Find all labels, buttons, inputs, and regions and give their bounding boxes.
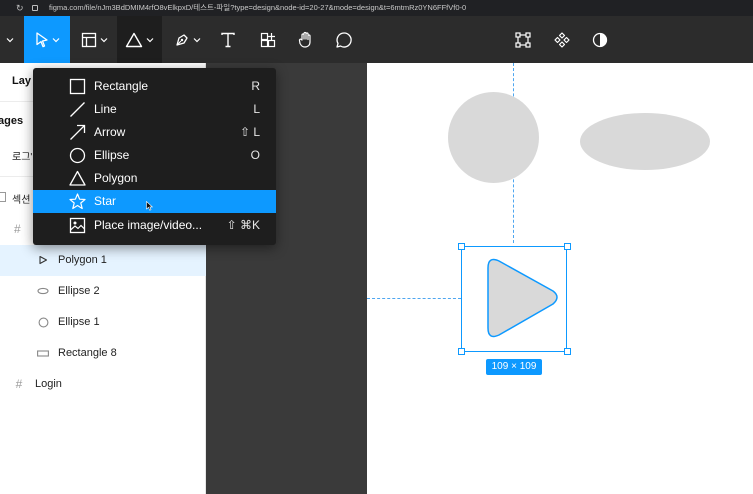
- menu-item-label: Ellipse: [94, 148, 130, 162]
- page-item[interactable]: 로그': [12, 148, 32, 163]
- menu-item-arrow[interactable]: Arrow ⇧ L: [33, 121, 276, 144]
- frame-tool-button[interactable]: [74, 16, 114, 63]
- comment-icon: [336, 31, 352, 48]
- ellipse-2-shape[interactable]: [580, 113, 710, 170]
- menu-item-polygon[interactable]: Polygon: [33, 167, 276, 190]
- layer-label: Login: [35, 378, 62, 390]
- polygon-play-icon: [36, 253, 50, 267]
- ellipse-outline-icon: [36, 284, 50, 298]
- arrow-icon: [69, 124, 86, 141]
- pen-icon: [175, 33, 188, 46]
- chevron-down-icon: [146, 37, 154, 42]
- menu-item-shortcut: R: [251, 79, 260, 93]
- move-arrow-icon: [35, 31, 48, 47]
- circle-outline-icon: [36, 315, 50, 329]
- hand-icon: [298, 31, 311, 48]
- layer-label: Polygon 1: [58, 254, 107, 266]
- crop-icon: [515, 31, 531, 48]
- crop-button[interactable]: [508, 16, 538, 63]
- component-icon: [554, 31, 570, 48]
- menu-item-label: Star: [94, 194, 117, 208]
- rectangle-icon: [69, 78, 86, 95]
- ellipse-1-shape[interactable]: [448, 92, 539, 183]
- url-text[interactable]: figma.com/file/nJm3BdDMIM4rfO8vElkpxD/테스…: [49, 0, 466, 16]
- resources-icon: [260, 32, 276, 47]
- contrast-icon: [592, 32, 608, 47]
- hand-tool-button[interactable]: [290, 16, 322, 63]
- menu-item-label: Rectangle: [94, 79, 149, 93]
- chevron-down-icon: [52, 37, 59, 42]
- chevron-down-icon: [193, 37, 200, 42]
- ellipse-icon: [69, 147, 86, 164]
- move-tool-button[interactable]: [24, 16, 70, 63]
- menu-item-label: Polygon: [94, 171, 138, 185]
- pen-tool-button[interactable]: [166, 16, 208, 63]
- selection-size-badge: 109 × 109: [486, 359, 542, 375]
- layer-row-ellipse-2[interactable]: Ellipse 2: [0, 276, 206, 307]
- menu-item-shortcut: ⇧ L: [239, 125, 260, 139]
- component-button[interactable]: [547, 16, 577, 63]
- line-icon: [69, 101, 86, 118]
- menu-item-shortcut: ⇧ ⌘K: [226, 218, 260, 232]
- image-icon: [69, 217, 86, 234]
- menu-item-line[interactable]: Line L: [33, 98, 276, 121]
- resize-handle-bottom-left[interactable]: [458, 348, 465, 355]
- pages-heading: ages: [0, 115, 24, 127]
- menu-item-label: Line: [94, 102, 117, 116]
- selection-box[interactable]: [461, 246, 567, 352]
- section-label: 섹션: [12, 195, 31, 206]
- polygon-icon: [69, 170, 86, 187]
- menu-item-shortcut: L: [253, 102, 260, 116]
- star-icon: [69, 193, 86, 210]
- comment-tool-button[interactable]: [328, 16, 360, 63]
- triangle-icon: [125, 32, 143, 47]
- frame-hash-icon: #: [14, 222, 21, 236]
- shape-tool-button[interactable]: [117, 16, 162, 63]
- rectangle-outline-icon: [36, 346, 50, 360]
- toolbar: [0, 16, 753, 63]
- resources-tool-button[interactable]: [252, 16, 284, 63]
- layer-label: Ellipse 1: [58, 316, 100, 328]
- menu-item-place-image-video[interactable]: Place image/video... ⇧ ⌘K: [33, 214, 276, 237]
- main-menu-caret[interactable]: [0, 16, 16, 63]
- menu-item-shortcut: O: [250, 148, 260, 162]
- text-tool-button[interactable]: [212, 16, 244, 63]
- layer-label: Ellipse 2: [58, 285, 100, 297]
- lock-icon: [32, 5, 38, 11]
- contrast-button[interactable]: [585, 16, 615, 63]
- frame-hash-icon: #: [15, 377, 23, 391]
- layers-panel-title[interactable]: Lay: [12, 75, 31, 87]
- mouse-cursor-icon: [146, 201, 153, 211]
- layer-row-login[interactable]: # Login: [0, 369, 206, 400]
- resize-handle-top-left[interactable]: [458, 243, 465, 250]
- layer-row-rectangle-8[interactable]: Rectangle 8: [0, 338, 206, 369]
- shape-tool-menu: Rectangle R Line L Arrow ⇧ L Ellipse O Polygon St…: [33, 68, 276, 245]
- chevron-down-icon: [6, 37, 13, 42]
- layer-row-polygon-1[interactable]: Polygon 1: [0, 245, 206, 276]
- browser-url-bar[interactable]: ↻ figma.com/file/nJm3BdDMIM4rfO8vElkpxD/…: [0, 0, 753, 16]
- horizontal-guide: [367, 298, 461, 299]
- frame-icon: [81, 32, 96, 47]
- resize-handle-top-right[interactable]: [564, 243, 571, 250]
- menu-item-rectangle[interactable]: Rectangle R: [33, 75, 276, 98]
- reload-icon[interactable]: ↻: [16, 0, 24, 16]
- resize-handle-bottom-right[interactable]: [564, 348, 571, 355]
- layer-row-ellipse-1[interactable]: Ellipse 1: [0, 307, 206, 338]
- menu-item-label: Place image/video...: [94, 218, 203, 232]
- menu-item-ellipse[interactable]: Ellipse O: [33, 144, 276, 167]
- text-icon: [221, 32, 235, 47]
- layer-label: Rectangle 8: [58, 347, 117, 359]
- section-icon: [0, 192, 6, 202]
- chevron-down-icon: [100, 37, 107, 42]
- menu-item-label: Arrow: [94, 125, 126, 139]
- menu-item-star[interactable]: Star: [33, 190, 276, 213]
